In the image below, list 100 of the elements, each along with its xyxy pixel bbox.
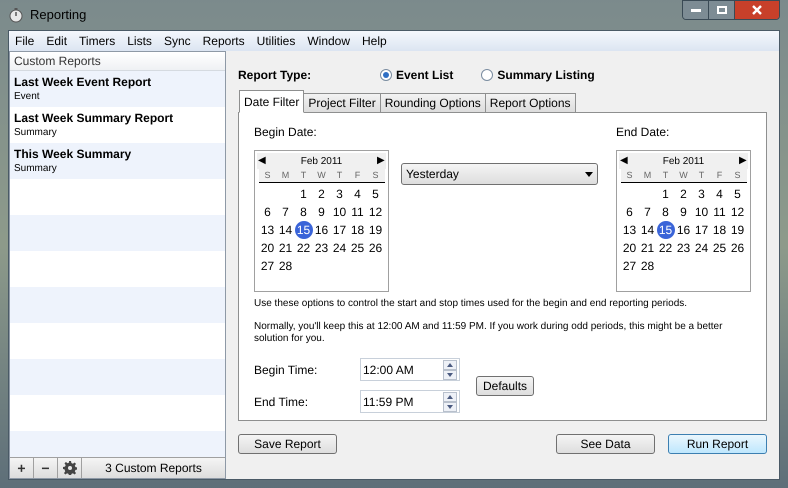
calendar-day[interactable]: 7 xyxy=(638,203,656,221)
tab[interactable]: Report Options xyxy=(484,93,576,113)
previous-month-arrow[interactable]: ◀ xyxy=(620,156,628,166)
calendar-day[interactable]: 28 xyxy=(638,257,656,275)
calendar-day[interactable]: 11 xyxy=(710,203,728,221)
calendar-day[interactable]: 26 xyxy=(366,239,384,257)
calendar-day[interactable]: 5 xyxy=(366,185,384,203)
calendar-day[interactable]: 24 xyxy=(692,239,710,257)
calendar-day[interactable]: 22 xyxy=(294,239,312,257)
calendar-day[interactable]: 12 xyxy=(728,203,746,221)
next-month-arrow[interactable]: ▶ xyxy=(738,156,747,166)
date-label: End Date: xyxy=(616,124,670,141)
calendar-day[interactable]: 12 xyxy=(366,203,384,221)
maximize-button[interactable] xyxy=(709,1,735,19)
spinner-arrows-icon[interactable] xyxy=(443,392,457,412)
calendar-day[interactable]: 20 xyxy=(258,239,276,257)
calendar-day[interactable]: 16 xyxy=(674,221,692,239)
calendar-day[interactable]: 15 xyxy=(656,221,674,239)
calendar-day[interactable]: 16 xyxy=(312,221,330,239)
spinner-arrows-icon[interactable] xyxy=(443,360,457,380)
date-label: Begin Date: xyxy=(254,124,318,141)
calendar-day[interactable]: 10 xyxy=(330,203,348,221)
menu-item[interactable]: Timers xyxy=(79,32,116,50)
calendar-day[interactable]: 19 xyxy=(366,221,384,239)
calendar-day[interactable]: 23 xyxy=(312,239,330,257)
calendar-day[interactable]: 14 xyxy=(276,221,294,239)
calendar-day[interactable]: 20 xyxy=(620,239,638,257)
calendar-day[interactable]: 2 xyxy=(312,185,330,203)
calendar-day[interactable]: 23 xyxy=(674,239,692,257)
menu-item[interactable]: Lists xyxy=(127,32,152,50)
calendar-day[interactable]: 26 xyxy=(728,239,746,257)
calendar-day[interactable]: 27 xyxy=(258,257,276,275)
calendar-day[interactable]: 21 xyxy=(638,239,656,257)
report-type: Summary xyxy=(14,162,58,176)
menu-item[interactable]: Edit xyxy=(46,32,68,50)
calendar-day[interactable]: 17 xyxy=(330,221,348,239)
report-type: Summary xyxy=(14,126,58,140)
time-field[interactable]: 11:59 PM xyxy=(360,390,460,413)
calendar-day[interactable]: 18 xyxy=(710,221,728,239)
calendar-day[interactable]: 10 xyxy=(692,203,710,221)
calendar-day[interactable]: 1 xyxy=(294,185,312,203)
menu-item[interactable]: Sync xyxy=(164,32,191,50)
calendar-day[interactable]: 8 xyxy=(294,203,312,221)
add-button[interactable]: + xyxy=(10,458,34,478)
list-header-text: Custom Reports xyxy=(14,53,101,70)
calendar-day[interactable]: 22 xyxy=(656,239,674,257)
menu-item[interactable]: File xyxy=(15,32,34,50)
remove-button[interactable]: − xyxy=(34,458,58,478)
defaults-button[interactable]: Defaults xyxy=(476,376,534,396)
calendar-day[interactable]: 15 xyxy=(294,221,312,239)
calendar-day[interactable]: 27 xyxy=(620,257,638,275)
calendar-day[interactable]: 13 xyxy=(620,221,638,239)
calendar-day[interactable]: 7 xyxy=(276,203,294,221)
weekday-label: M xyxy=(642,169,652,182)
calendar-day[interactable]: 3 xyxy=(692,185,710,203)
time-label: Begin Time: xyxy=(254,362,318,378)
menu-item[interactable]: Window xyxy=(307,32,350,50)
settings-button[interactable] xyxy=(58,458,82,478)
next-month-arrow[interactable]: ▶ xyxy=(376,156,385,166)
calendar-day[interactable]: 21 xyxy=(276,239,294,257)
calendar-day[interactable]: 11 xyxy=(348,203,366,221)
calendar-day[interactable]: 18 xyxy=(348,221,366,239)
tab[interactable]: Date Filter xyxy=(239,90,304,113)
calendar-day[interactable]: 6 xyxy=(620,203,638,221)
calendar-day[interactable]: 1 xyxy=(656,185,674,203)
menu-item[interactable]: Reports xyxy=(202,32,245,50)
calendar-day[interactable]: 2 xyxy=(674,185,692,203)
action-button[interactable]: Save Report xyxy=(238,434,337,454)
date-preset-dropdown[interactable]: Yesterday xyxy=(401,163,598,185)
calendar[interactable]: ◀ Feb 2011 ▶ S M T W T F S 1 2 3 4 5 6 7 8 9 10 11 12 13 14 15 16 17 18 19 20 21 22 23 24 25 26 27 28 xyxy=(616,150,751,292)
calendar-day[interactable]: 4 xyxy=(710,185,728,203)
menu-item[interactable]: Utilities xyxy=(256,32,296,50)
calendar-day[interactable]: 17 xyxy=(692,221,710,239)
tab[interactable]: Project Filter xyxy=(303,93,381,113)
calendar-day[interactable]: 24 xyxy=(330,239,348,257)
time-field[interactable]: 12:00 AM xyxy=(360,358,460,381)
calendar-day[interactable]: 14 xyxy=(638,221,656,239)
action-button[interactable]: Run Report xyxy=(668,434,767,454)
calendar-day[interactable]: 25 xyxy=(348,239,366,257)
previous-month-arrow[interactable]: ◀ xyxy=(258,156,266,166)
calendar[interactable]: ◀ Feb 2011 ▶ S M T W T F S 1 2 3 4 5 6 7 8 9 10 11 12 13 14 15 16 17 18 19 20 21 22 23 24 25 26 27 28 xyxy=(254,150,389,292)
calendar-day[interactable]: 13 xyxy=(258,221,276,239)
tab[interactable]: Rounding Options xyxy=(380,93,486,113)
calendar-day[interactable]: 9 xyxy=(674,203,692,221)
calendar-day[interactable]: 3 xyxy=(330,185,348,203)
menu-item[interactable]: Help xyxy=(362,32,387,50)
calendar-day[interactable]: 8 xyxy=(656,203,674,221)
close-button[interactable] xyxy=(735,1,779,19)
calendar-day[interactable]: 4 xyxy=(348,185,366,203)
calendar-day[interactable]: 28 xyxy=(276,257,294,275)
calendar-day[interactable]: 6 xyxy=(258,203,276,221)
calendar-day[interactable]: 19 xyxy=(728,221,746,239)
action-button[interactable]: See Data xyxy=(556,434,655,454)
report-type-radio[interactable]: Event List xyxy=(380,66,454,84)
calendar-day[interactable]: 5 xyxy=(728,185,746,203)
minimize-button[interactable] xyxy=(683,1,709,19)
calendar-day[interactable]: 25 xyxy=(710,239,728,257)
calendar-day[interactable]: 9 xyxy=(312,203,330,221)
report-type-radio[interactable]: Summary Listing xyxy=(481,66,595,84)
report-title: Last Week Summary Report xyxy=(14,110,174,126)
